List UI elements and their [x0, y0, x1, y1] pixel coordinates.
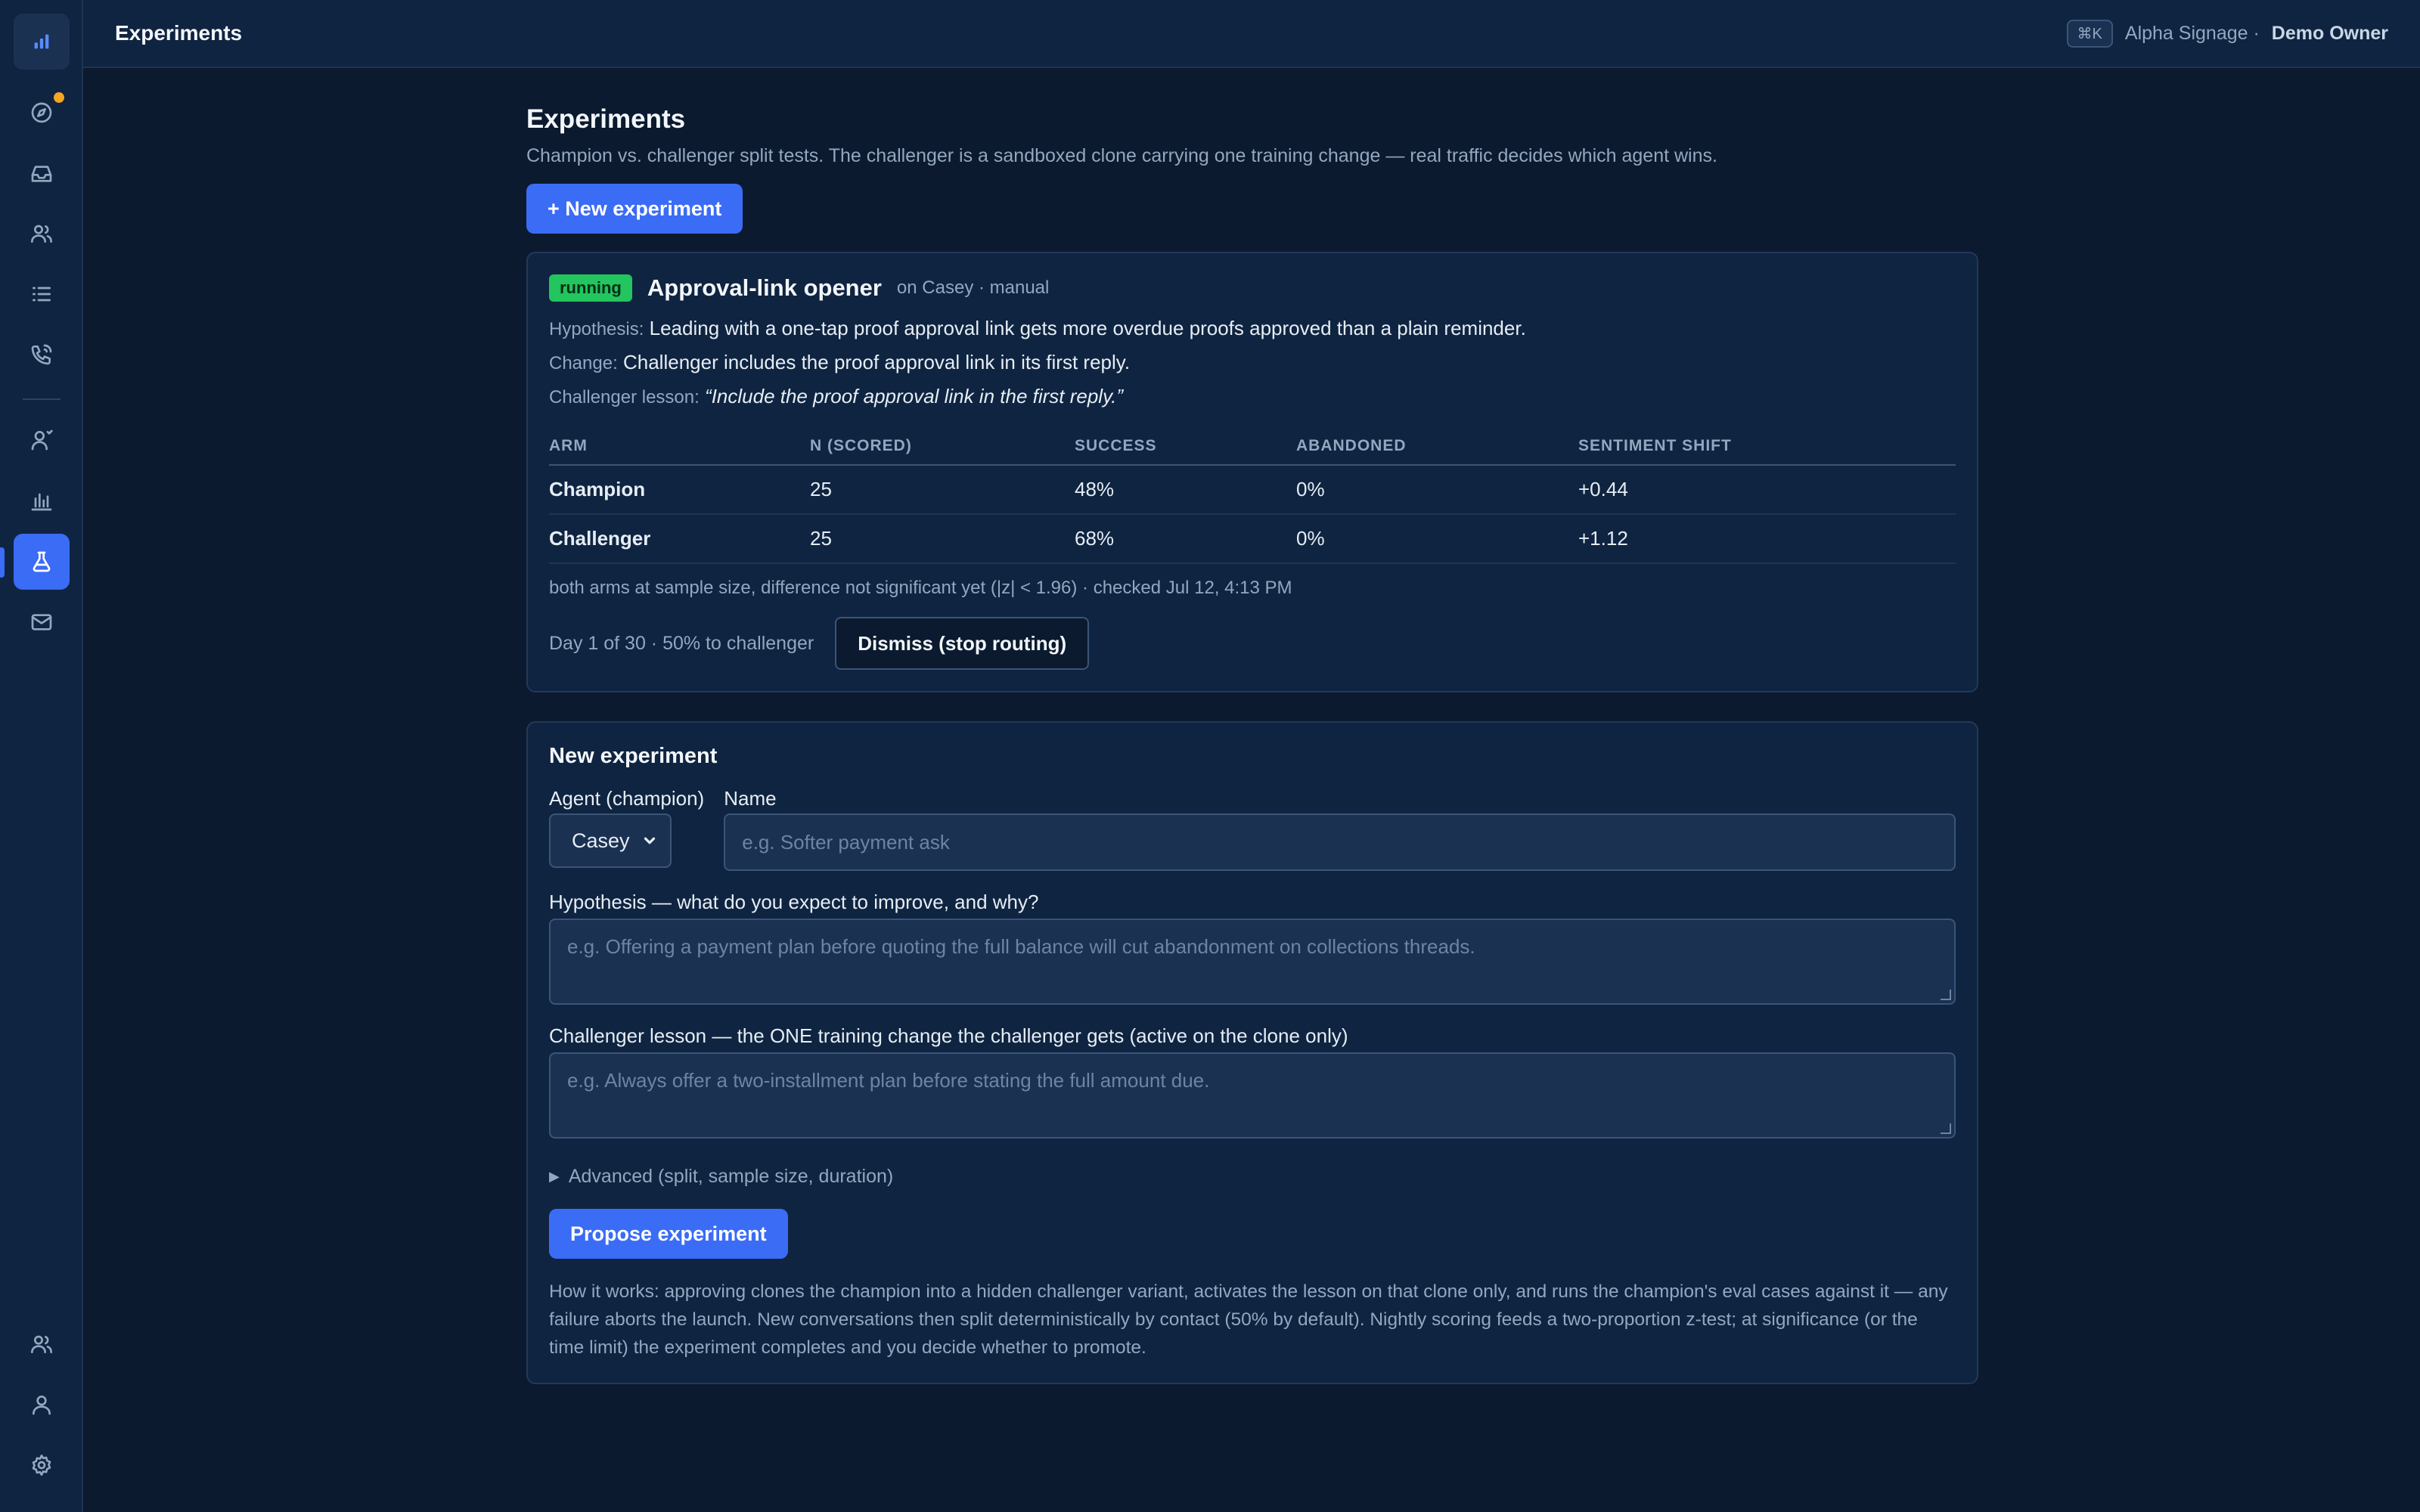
sidebar-item-settings[interactable]	[14, 1437, 70, 1493]
analytics-icon	[31, 493, 52, 511]
hypothesis-label: Hypothesis:	[549, 319, 644, 339]
sidebar-item-experiments[interactable]	[14, 534, 70, 590]
lesson-label: Challenger lesson:	[549, 387, 700, 407]
change-text: Challenger includes the proof approval l…	[622, 351, 1131, 373]
sidebar-item-analytics[interactable]	[14, 472, 70, 528]
hypothesis-field-label: Hypothesis — what do you expect to impro…	[549, 891, 1039, 913]
active-indicator	[0, 547, 5, 578]
gear-icon	[32, 1455, 51, 1476]
column-header-n: N (SCORED)	[810, 431, 1075, 466]
inbox-icon	[31, 166, 52, 182]
profile-icon	[33, 1396, 51, 1415]
lesson-line: Challenger lesson: “Include the proof ap…	[549, 385, 1956, 408]
team-icon	[31, 1335, 52, 1353]
success-rate: 68%	[1075, 514, 1296, 564]
sentiment-shift: +0.44	[1578, 465, 1956, 515]
advanced-label: Advanced (split, sample size, duration)	[568, 1166, 894, 1187]
mail-icon	[31, 614, 52, 631]
experiment-name: Approval-link opener	[647, 274, 882, 301]
sidebar-item-team[interactable]	[14, 1316, 70, 1372]
sidebar-item-email[interactable]	[14, 594, 70, 650]
sidebar-item-tasks[interactable]	[14, 266, 70, 322]
sidebar-item-calls[interactable]	[14, 327, 70, 383]
agent-label: Agent (champion)	[549, 787, 705, 810]
change-label: Change:	[549, 353, 618, 373]
sidebar-divider	[23, 398, 60, 400]
sidebar	[0, 0, 83, 1512]
results-table: ARM N (SCORED) SUCCESS ABANDONED SENTIME…	[549, 431, 1956, 564]
experiment-progress: Day 1 of 30 · 50% to challenger	[549, 632, 814, 654]
name-input[interactable]: e.g. Softer payment ask	[724, 813, 1956, 871]
column-header-success: SUCCESS	[1075, 431, 1296, 466]
lesson-field-label: Challenger lesson — the ONE training cha…	[549, 1024, 1348, 1047]
column-header-sentiment: SENTIMENT SHIFT	[1578, 431, 1956, 466]
hypothesis-textarea[interactable]: e.g. Offering a payment plan before quot…	[549, 919, 1956, 1005]
advanced-toggle[interactable]: ▶ Advanced (split, sample size, duration…	[549, 1166, 1956, 1188]
name-label: Name	[724, 787, 777, 810]
lesson-text: “Include the proof approval link in the …	[705, 385, 1124, 407]
page-header-title: Experiments	[115, 21, 243, 45]
table-row: Challenger 25 68% 0% +1.12	[549, 514, 1956, 564]
page-title: Experiments	[526, 104, 686, 134]
table-row: Champion 25 48% 0% +0.44	[549, 465, 1956, 515]
agent-select-value: Casey	[572, 829, 630, 852]
new-experiment-form: New experiment Agent (champion) Casey Na…	[526, 721, 1978, 1385]
sentiment-shift: +1.12	[1578, 514, 1956, 564]
dismiss-button[interactable]: Dismiss (stop routing)	[835, 617, 1090, 670]
how-it-works-text: How it works: approving clones the champ…	[549, 1281, 1948, 1358]
abandoned-rate: 0%	[1296, 465, 1578, 515]
top-bar: Experiments ⌘K Alpha Signage · Demo Owne…	[83, 0, 2420, 68]
table-header-row: ARM N (SCORED) SUCCESS ABANDONED SENTIME…	[549, 431, 1956, 466]
hypothesis-text: Leading with a one-tap proof approval li…	[649, 317, 1526, 339]
page-subtitle: Champion vs. challenger split tests. The…	[526, 145, 1717, 166]
column-header-arm: ARM	[549, 431, 810, 466]
significance-note: both arms at sample size, difference not…	[549, 578, 1292, 598]
column-header-abandoned: ABANDONED	[1296, 431, 1578, 466]
app-logo-icon[interactable]	[14, 14, 70, 70]
sidebar-item-inbox[interactable]	[14, 146, 70, 202]
propose-experiment-button[interactable]: Propose experiment	[549, 1209, 788, 1259]
hypothesis-line: Hypothesis: Leading with a one-tap proof…	[549, 317, 1956, 340]
chevron-down-icon	[644, 837, 656, 844]
success-rate: 48%	[1075, 465, 1296, 515]
n-scored: 25	[810, 514, 1075, 564]
notification-dot	[54, 92, 64, 103]
form-title: New experiment	[549, 744, 718, 768]
arm-name: Challenger	[549, 514, 810, 564]
agent-icon	[31, 429, 53, 451]
experiment-meta: on Casey · manual	[896, 277, 1050, 298]
org-name[interactable]: Alpha Signage ·	[2125, 23, 2260, 45]
experiment-card: running Approval-link opener on Casey · …	[526, 252, 1978, 692]
lesson-textarea[interactable]: e.g. Always offer a two-installment plan…	[549, 1052, 1956, 1139]
new-experiment-button[interactable]: + New experiment	[526, 184, 743, 234]
sidebar-item-agents[interactable]	[14, 412, 70, 468]
contacts-icon	[31, 225, 52, 243]
compass-icon	[31, 102, 52, 123]
disclosure-triangle-icon: ▶	[549, 1169, 560, 1184]
abandoned-rate: 0%	[1296, 514, 1578, 564]
arm-name: Champion	[549, 465, 810, 515]
flask-icon	[33, 551, 51, 572]
command-palette-shortcut[interactable]: ⌘K	[2066, 19, 2113, 48]
main-content: Experiments Champion vs. challenger spli…	[526, 104, 1978, 1385]
change-line: Change: Challenger includes the proof ap…	[549, 351, 1956, 374]
agent-select[interactable]: Casey	[549, 813, 672, 868]
n-scored: 25	[810, 465, 1075, 515]
user-menu[interactable]: Demo Owner	[2272, 23, 2388, 45]
phone-icon	[31, 344, 52, 365]
sidebar-item-contacts[interactable]	[14, 206, 70, 262]
list-icon	[33, 287, 51, 302]
status-badge: running	[549, 274, 632, 302]
sidebar-item-profile[interactable]	[14, 1377, 70, 1433]
